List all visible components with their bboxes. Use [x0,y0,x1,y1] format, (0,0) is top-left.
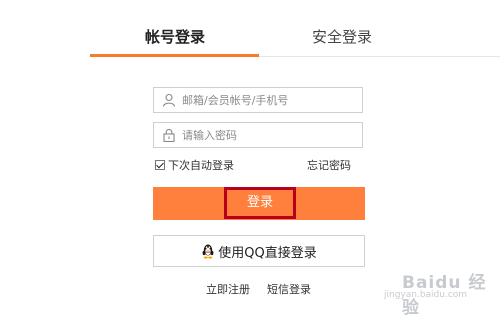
watermark: Baidu 经验 jingyan.baidu.com [384,264,496,318]
login-tabs: 帐号登录 安全登录 [90,0,500,58]
password-field[interactable] [153,122,363,148]
lock-icon [163,128,175,142]
password-input[interactable] [182,126,358,144]
tab-account-login[interactable]: 帐号登录 [145,26,205,47]
tab-divider [259,56,500,57]
auto-login-label: 下次自动登录 [168,159,234,172]
watermark-subtext: jingyan.baidu.com [384,290,468,300]
sms-login-link[interactable]: 短信登录 [267,281,311,297]
account-input[interactable] [182,91,358,109]
forgot-password-link[interactable]: 忘记密码 [307,157,351,173]
register-link[interactable]: 立即注册 [206,281,250,297]
user-icon [162,93,176,107]
tab-secure-login[interactable]: 安全登录 [312,26,372,47]
auto-login-option[interactable]: 下次自动登录 [155,157,234,173]
qq-login-label: 使用QQ直接登录 [218,245,317,261]
qq-login-button[interactable]: 使用QQ直接登录 [153,235,365,267]
login-button-label[interactable]: 登录 [224,187,296,219]
qq-penguin-icon [202,244,214,259]
account-field[interactable] [153,87,363,113]
active-tab-underline [90,54,259,57]
auto-login-checkbox[interactable] [155,160,165,170]
